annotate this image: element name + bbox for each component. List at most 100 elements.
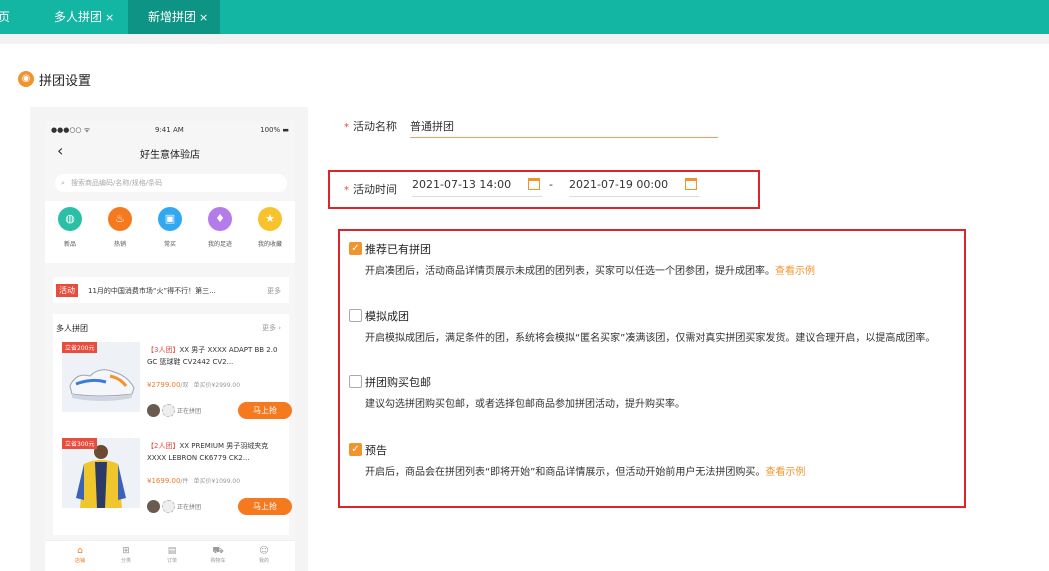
- join-group-button[interactable]: 马上抢: [238, 402, 292, 419]
- option-title[interactable]: 拼团购买包邮: [365, 374, 431, 390]
- user-icon: ☺: [259, 546, 269, 556]
- tabbar-cart[interactable]: ⛟ 购物车: [203, 545, 233, 564]
- order-icon: ▤: [167, 546, 177, 556]
- tabbar-category[interactable]: ⊞ 分类: [111, 545, 141, 564]
- tabbar-orders[interactable]: ▤ 订单: [157, 545, 187, 564]
- group-buy-section: 多人拼团 更多 › 立省200元 【3人团】XX 男子 XXXX ADAPT B…: [53, 314, 292, 535]
- notice-tag: 活动: [56, 284, 78, 297]
- team-size-tag: 【2人团】: [147, 442, 180, 450]
- tab-group-buy[interactable]: 多人拼团 ×: [54, 0, 114, 34]
- view-example-link[interactable]: 查看示例: [775, 266, 815, 277]
- notice-more-link[interactable]: 更多: [267, 286, 281, 296]
- close-icon[interactable]: ×: [199, 11, 208, 24]
- product-image-jacket: 立省300元: [62, 438, 140, 508]
- checkbox-unchecked[interactable]: [349, 309, 362, 322]
- shortcut-bar: ◍ 新品 ♨ 热销 ▣ 常买 ♦ 我的足迹 ★ 我的收藏: [45, 201, 295, 263]
- group-members: 正在拼团: [147, 404, 201, 417]
- search-input[interactable]: ⌕ 搜索商品编码/名称/规格/条码: [55, 174, 287, 192]
- required-mark: *: [344, 122, 349, 133]
- product-name: 【3人团】XX 男子 XXXX ADAPT BB 2.0 GC 篮球鞋 CV24…: [147, 344, 287, 368]
- tab-home[interactable]: 页: [0, 0, 10, 34]
- option-desc: 开启模拟成团后，满足条件的团，系统将会模拟“匿名买家”凑满该团，仅需对真实拼团买…: [365, 329, 935, 344]
- close-icon[interactable]: ×: [105, 11, 114, 24]
- option-desc-text: 开启后，商品会在拼团列表“即将开始”和商品详情展示，但活动开始前用户无法拼团购买…: [365, 467, 766, 478]
- bottom-tab-bar: ⌂ 店铺 ⊞ 分类 ▤ 订单 ⛟ 购物车 ☺ 我的: [45, 540, 295, 571]
- activity-time-label-text: 活动时间: [353, 183, 397, 196]
- sub-bar: [0, 34, 1049, 44]
- group-section-title: 多人拼团: [56, 324, 88, 333]
- option-desc-text: 建议勾选拼团购买包邮，或者选择包邮商品参加拼团活动，提升购买率。: [365, 399, 685, 410]
- top-tab-bar: 页 多人拼团 × 新增拼团 ×: [0, 0, 1049, 34]
- shortcut-hot[interactable]: ♨ 热销: [100, 207, 140, 248]
- price-unit: /件: [180, 478, 189, 485]
- status-time: 9:41 AM: [155, 126, 184, 134]
- shortcut-favorites[interactable]: ★ 我的收藏: [250, 207, 290, 248]
- option-desc: 建议勾选拼团购买包邮，或者选择包邮商品参加拼团活动，提升购买率。: [365, 395, 685, 410]
- notice-bar[interactable]: 活动 11月的中国消费市场“火”得不行！第三... 更多: [53, 277, 289, 303]
- page-title-text: 拼团设置: [39, 73, 92, 89]
- avatar: [147, 404, 160, 417]
- product-card[interactable]: 立省200元 【3人团】XX 男子 XXXX ADAPT BB 2.0 GC 篮…: [53, 342, 292, 438]
- battery-indicator: 100% ▬: [260, 126, 289, 134]
- shortcut-label: 新品: [63, 241, 76, 248]
- start-date-value: 2021-07-13 14:00: [412, 178, 512, 191]
- start-date-field[interactable]: 2021-07-13 14:00: [412, 173, 542, 197]
- tab-new-group-buy-label: 新增拼团: [148, 10, 197, 24]
- tabbar-me[interactable]: ☺ 我的: [249, 545, 279, 564]
- tabbar-label: 订单: [166, 558, 177, 564]
- star-icon: ★: [258, 207, 282, 231]
- shortcut-label: 热销: [113, 241, 126, 248]
- notice-text: 11月的中国消费市场“火”得不行！第三...: [88, 287, 216, 295]
- group-price: ¥1699.00: [147, 477, 181, 485]
- checkbox-checked[interactable]: ✓: [349, 443, 362, 456]
- option-desc-text: 开启凑团后，活动商品详情页展示未成团的团列表，买家可以任选一个团参团，提升成团率…: [365, 266, 775, 277]
- end-date-field[interactable]: 2021-07-19 00:00: [569, 173, 699, 197]
- group-price: ¥2799.00: [147, 381, 181, 389]
- date-separator: -: [549, 178, 553, 191]
- tabbar-label: 购物车: [210, 558, 226, 564]
- tabbar-store[interactable]: ⌂ 店铺: [65, 545, 95, 564]
- original-price: 单买价¥1099.00: [193, 478, 241, 485]
- activity-name-label: * 活动名称: [344, 118, 397, 134]
- calendar-icon[interactable]: [528, 178, 540, 190]
- calendar-icon[interactable]: [685, 178, 697, 190]
- tab-new-group-buy[interactable]: 新增拼团 ×: [128, 0, 220, 34]
- option-desc: 开启后，商品会在拼团列表“即将开始”和商品详情展示，但活动开始前用户无法拼团购买…: [365, 463, 805, 478]
- activity-name-input[interactable]: [410, 114, 718, 138]
- tab-group-buy-label: 多人拼团: [54, 10, 103, 24]
- option-desc: 开启凑团后，活动商品详情页展示未成团的团列表，买家可以任选一个团参团，提升成团率…: [365, 262, 815, 277]
- option-title[interactable]: 推荐已有拼团: [365, 241, 431, 257]
- option-desc-text: 开启模拟成团后，满足条件的团，系统将会模拟“匿名买家”凑满该团，仅需对真实拼团买…: [365, 333, 936, 344]
- tab-home-label: 页: [0, 10, 11, 24]
- tabbar-label: 店铺: [74, 558, 85, 564]
- checkbox-checked[interactable]: ✓: [349, 242, 362, 255]
- option-title[interactable]: 模拟成团: [365, 308, 409, 324]
- avatar-placeholder: [162, 404, 175, 417]
- product-card[interactable]: 立省300元 【2人团】XX PREMIUM 男子羽绒夹克 XXXX LEBRO…: [53, 438, 292, 534]
- product-image-sneaker: 立省200元: [62, 342, 140, 412]
- settings-icon: ◉: [18, 71, 34, 87]
- save-badge: 立省200元: [62, 342, 98, 353]
- signal-indicator: ●●●○○ ᯤ: [51, 126, 91, 134]
- phone-screen: ●●●○○ ᯤ 9:41 AM 100% ▬ ‹ 好生意体验店 ⌕ 搜索商品编码…: [45, 121, 295, 571]
- activity-name-label-text: 活动名称: [353, 120, 397, 133]
- shortcut-frequent[interactable]: ▣ 常买: [150, 207, 190, 248]
- status-bar: ●●●○○ ᯤ 9:41 AM 100% ▬: [45, 121, 295, 139]
- join-group-button[interactable]: 马上抢: [238, 498, 292, 515]
- view-example-link[interactable]: 查看示例: [765, 467, 805, 478]
- bag-icon: ▣: [158, 207, 182, 231]
- hot-icon: ♨: [108, 207, 132, 231]
- search-placeholder: 搜索商品编码/名称/规格/条码: [71, 179, 163, 187]
- shortcut-footprint[interactable]: ♦ 我的足迹: [200, 207, 240, 248]
- checkbox-unchecked[interactable]: [349, 375, 362, 388]
- original-price: 单买价¥2999.00: [193, 382, 241, 389]
- group-more-link[interactable]: 更多 ›: [262, 323, 281, 333]
- group-status: 正在拼团: [177, 504, 202, 511]
- option-title[interactable]: 预告: [365, 442, 387, 458]
- group-members: 正在拼团: [147, 500, 201, 513]
- product-name: 【2人团】XX PREMIUM 男子羽绒夹克 XXXX LEBRON CK677…: [147, 440, 287, 464]
- end-date-value: 2021-07-19 00:00: [569, 178, 669, 191]
- avatar-placeholder: [162, 500, 175, 513]
- shortcut-new[interactable]: ◍ 新品: [50, 207, 90, 248]
- mobile-preview: ●●●○○ ᯤ 9:41 AM 100% ▬ ‹ 好生意体验店 ⌕ 搜索商品编码…: [30, 107, 308, 571]
